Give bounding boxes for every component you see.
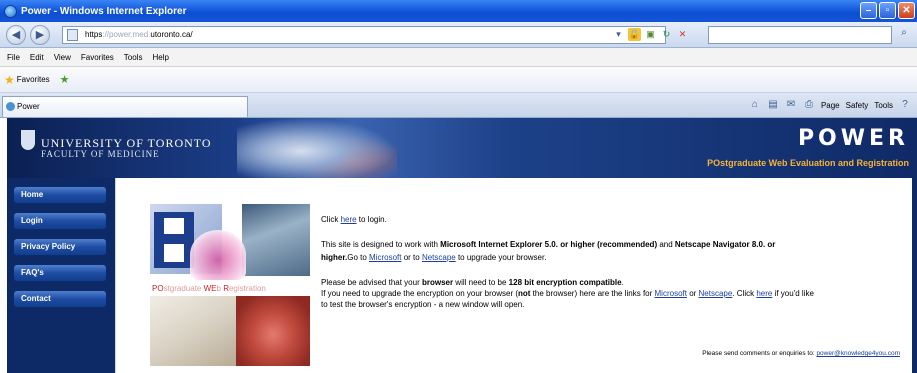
ie-logo-icon (4, 4, 17, 18)
doctor-photo (242, 204, 310, 276)
tools-menu[interactable]: Tools (874, 101, 893, 110)
close-button[interactable]: ✕ (898, 2, 915, 19)
nav-login[interactable]: Login (13, 212, 107, 230)
address-bar[interactable]: https://power.med.utoronto.ca/ (62, 26, 666, 44)
print-icon[interactable]: ⎙ (803, 99, 815, 111)
app-name: POWER (797, 126, 909, 151)
window-title-bar: Power - Windows Internet Explorer – ▫ ✕ (0, 0, 917, 22)
url-domain: utoronto.ca/ (150, 30, 193, 39)
tab-bar: Power ⌂ ▤ ✉ ⎙ Page Safety Tools ? (0, 93, 917, 118)
feeds-icon[interactable]: ▤ (767, 99, 779, 111)
tab-power[interactable]: Power (2, 96, 248, 117)
university-crest-icon (21, 130, 35, 150)
microsoft-encryption-link[interactable]: Microsoft (655, 289, 687, 298)
login-link[interactable]: here (341, 215, 357, 224)
menu-help[interactable]: Help (152, 53, 168, 62)
power-image-title: POstgraduate WEb Registration (152, 284, 266, 293)
nav-home[interactable]: Home (13, 186, 107, 204)
nav-privacy-policy[interactable]: Privacy Policy (13, 238, 107, 256)
url-prefix: https (85, 30, 103, 39)
stop-icon[interactable]: ✕ (676, 28, 689, 41)
dropdown-arrow-icon[interactable]: ▾ (612, 28, 625, 41)
url-host: ://power.med. (102, 30, 151, 39)
menu-file[interactable]: File (7, 53, 20, 62)
search-icon[interactable]: ⌕ (895, 27, 913, 43)
window-controls: – ▫ ✕ (860, 2, 915, 19)
nav-contact[interactable]: Contact (13, 290, 107, 308)
faculty-name: FACULTY OF MEDICINE (41, 149, 160, 159)
encryption-line-1: Please be advised that your browser will… (321, 278, 624, 287)
browser-line-2: higher.Go to Microsoft or to Netscape to… (321, 253, 547, 262)
favorites-star-icon: ★ (4, 72, 15, 87)
menu-favorites[interactable]: Favorites (81, 53, 114, 62)
address-tools: ▾ 🔒 ▣ ↻ ✕ (612, 28, 689, 41)
tab-page-icon (6, 102, 15, 111)
welcome-collage-image: POstgraduate WEb Registration (150, 204, 310, 366)
window-title: Power - Windows Internet Explorer (21, 5, 187, 17)
menu-tools[interactable]: Tools (124, 53, 143, 62)
forward-button[interactable]: ▶ (30, 25, 50, 45)
lock-icon[interactable]: 🔒 (628, 28, 641, 41)
tab-label: Power (17, 102, 40, 111)
refresh-icon[interactable]: ↻ (660, 28, 673, 41)
login-line: Click here to login. (321, 215, 387, 224)
maximize-button[interactable]: ▫ (879, 2, 896, 19)
menu-bar: File Edit View Favorites Tools Help (0, 48, 917, 67)
favorites-button[interactable]: Favorites (17, 75, 50, 84)
home-icon[interactable]: ⌂ (749, 99, 761, 111)
hospital-h-icon (154, 212, 194, 268)
help-icon[interactable]: ? (899, 99, 911, 111)
encryption-line-3: to test the browser's encryption - a new… (321, 300, 525, 309)
add-favorite-icon[interactable]: ★ (60, 73, 70, 86)
favorites-bar: ★ Favorites ★ (0, 67, 917, 93)
footer-contact: Please send comments or enquiries to: po… (702, 350, 900, 357)
nav-faqs[interactable]: FAQ's (13, 264, 107, 282)
compatibility-icon[interactable]: ▣ (644, 28, 657, 41)
writing-hand-photo (150, 296, 236, 366)
netscape-browser-link[interactable]: Netscape (422, 253, 456, 262)
safety-menu[interactable]: Safety (846, 101, 869, 110)
encryption-line-2: If you need to upgrade the encryption on… (321, 289, 814, 298)
back-button[interactable]: ◀ (6, 25, 26, 45)
banner-surgery-image (237, 118, 397, 178)
page-menu[interactable]: Page (821, 101, 840, 110)
microsoft-browser-link[interactable]: Microsoft (369, 253, 401, 262)
web-page: UNIVERSITY OF TORONTO FACULTY OF MEDICIN… (7, 118, 917, 373)
app-subtitle: POstgraduate Web Evaluation and Registra… (707, 158, 909, 168)
page-icon (67, 29, 78, 41)
sidebar-nav: Home Login Privacy Policy FAQ's Contact (7, 178, 115, 373)
flask-photo (190, 230, 246, 280)
contact-email-link[interactable]: power@knowledge4you.com (816, 350, 900, 357)
command-bar: ⌂ ▤ ✉ ⎙ Page Safety Tools ? (749, 99, 911, 111)
test-encryption-link[interactable]: here (756, 289, 772, 298)
netscape-encryption-link[interactable]: Netscape (699, 289, 733, 298)
holding-hands-photo (236, 296, 310, 366)
browser-line-1: This site is designed to work with Micro… (321, 240, 776, 249)
menu-view[interactable]: View (54, 53, 71, 62)
search-input[interactable] (708, 26, 892, 44)
minimize-button[interactable]: – (860, 2, 877, 19)
mail-icon[interactable]: ✉ (785, 99, 797, 111)
address-row: ◀ ▶ https://power.med.utoronto.ca/ ▾ 🔒 ▣… (0, 22, 917, 48)
site-banner: UNIVERSITY OF TORONTO FACULTY OF MEDICIN… (7, 118, 917, 178)
main-content: POstgraduate WEb Registration Click here… (115, 178, 912, 373)
menu-edit[interactable]: Edit (30, 53, 44, 62)
